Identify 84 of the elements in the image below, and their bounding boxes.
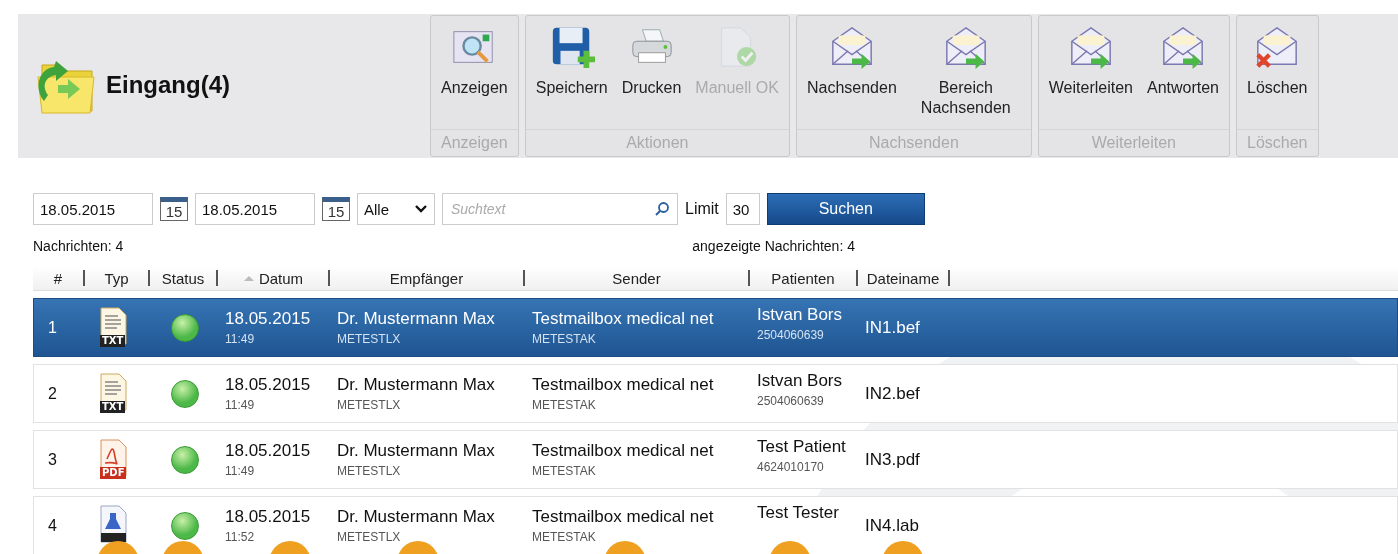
row-number: 3 bbox=[48, 450, 57, 469]
file-name: IN3.pdf bbox=[865, 449, 920, 470]
time-text: 11:49 bbox=[225, 464, 255, 478]
patient-id: 2504060639 bbox=[757, 394, 824, 408]
recipient-code: METESTLX bbox=[337, 464, 401, 478]
patient-name: Istvan Bors bbox=[757, 305, 843, 325]
column-header[interactable]: Status bbox=[150, 270, 218, 286]
column-header[interactable]: Dateiname bbox=[858, 270, 950, 286]
status-dot bbox=[171, 379, 199, 408]
recipient-code: METESTLX bbox=[337, 398, 401, 412]
ribbon-button[interactable]: Drucken bbox=[615, 16, 688, 129]
recipient-name: Dr. Mustermann Max bbox=[337, 309, 495, 329]
status-dot bbox=[171, 313, 199, 342]
sender-name: Testmailbox medical net bbox=[532, 309, 714, 329]
group-label: Löschen bbox=[1237, 129, 1318, 156]
message-row[interactable]: 2 TXT 18.05.2015 11:49 Dr. Mustermann Max METESTLX Testmailbox medical net METESTAK Istvan Bors 2504060639 IN2.bef bbox=[33, 364, 1398, 423]
date-text: 18.05.2015 bbox=[225, 309, 311, 329]
sender-name: Testmailbox medical net bbox=[532, 375, 714, 395]
message-count: Nachrichten: 4 bbox=[33, 238, 124, 256]
sort-ascending-icon bbox=[242, 274, 255, 282]
page-title: Eingang(4) bbox=[106, 71, 230, 99]
status-dot bbox=[171, 445, 199, 474]
group-label: Weiterleiten bbox=[1038, 129, 1229, 156]
column-header[interactable]: Sender bbox=[525, 270, 750, 286]
patient-id: 4624010170 bbox=[757, 460, 824, 474]
group-label: Aktionen bbox=[525, 129, 789, 156]
ribbon-button[interactable]: Löschen bbox=[1241, 16, 1314, 129]
sender-code: METESTAK bbox=[532, 464, 596, 478]
recipient-name: Dr. Mustermann Max bbox=[337, 375, 495, 395]
column-header[interactable]: Patienten bbox=[750, 270, 858, 286]
file-name: IN2.bef bbox=[865, 383, 920, 404]
ribbon-button[interactable]: Anzeigen bbox=[435, 16, 514, 129]
sender-code: METESTAK bbox=[532, 332, 596, 346]
group-label: Anzeigen bbox=[431, 129, 518, 156]
type-dropdown[interactable]: Alle bbox=[357, 193, 435, 225]
group-label: Nachsenden bbox=[796, 129, 1031, 156]
message-row[interactable]: 1 TXT 18.05.2015 11:49 Dr. Mustermann Max METESTLX Testmailbox medical net METESTAK Istvan Bors 2504060639 IN1.bef bbox=[33, 298, 1398, 357]
search-button[interactable]: Suchen bbox=[766, 193, 925, 225]
calendar-button[interactable]: 15 bbox=[160, 197, 188, 221]
column-header[interactable]: Datum bbox=[218, 270, 330, 286]
recipient-name: Dr. Mustermann Max bbox=[337, 441, 495, 461]
search-field[interactable]: Suchtext bbox=[442, 193, 678, 225]
column-header[interactable]: Empfänger bbox=[330, 270, 525, 286]
ribbon-button[interactable]: Nachsenden bbox=[800, 16, 903, 129]
date-field[interactable]: 18.05.2015 bbox=[33, 193, 153, 225]
date-text: 18.05.2015 bbox=[225, 441, 311, 461]
message-row[interactable]: 3 PDF 18.05.2015 11:49 Dr. Mustermann Max METESTLX Testmailbox medical net METESTAK Test Patient 4624010170 IN3.pdf bbox=[33, 430, 1398, 489]
date-text: 18.05.2015 bbox=[225, 375, 311, 395]
calendar-button[interactable]: 15 bbox=[322, 197, 350, 221]
sender-code: METESTAK bbox=[532, 530, 596, 544]
date-text: 18.05.2015 bbox=[225, 507, 311, 527]
message-row[interactable]: 4 18.05.2015 11:52 Dr. Mustermann Max METESTLX Testmailbox medical net METESTAK Test Tester IN4.lab bbox=[33, 496, 1398, 554]
limit-label: Limit bbox=[685, 200, 719, 218]
row-number: 2 bbox=[48, 384, 57, 403]
ribbon-button[interactable]: Antworten bbox=[1140, 16, 1225, 129]
file-name: IN4.lab bbox=[865, 515, 919, 536]
row-number: 4 bbox=[48, 516, 57, 535]
column-header[interactable]: Typ bbox=[85, 270, 150, 286]
envelope-arrow-icon bbox=[1160, 24, 1206, 70]
recipient-name: Dr. Mustermann Max bbox=[337, 507, 495, 527]
patient-name: Test Tester bbox=[757, 503, 839, 523]
recipient-code: METESTLX bbox=[337, 332, 401, 346]
ribbon-button[interactable]: Weiterleiten bbox=[1042, 16, 1139, 129]
chevron-down-icon bbox=[414, 204, 428, 214]
row-number: 1 bbox=[48, 318, 57, 337]
shown-message-count: angezeigte Nachrichten: 4 bbox=[692, 238, 855, 256]
time-text: 11:49 bbox=[225, 332, 255, 346]
date-field[interactable]: 18.05.2015 bbox=[195, 193, 315, 225]
sender-name: Testmailbox medical net bbox=[532, 507, 714, 527]
status-dot bbox=[171, 511, 199, 540]
file-name: IN1.bef bbox=[865, 317, 920, 338]
patient-id: 2504060639 bbox=[757, 328, 824, 342]
limit-field[interactable]: 30 bbox=[725, 193, 760, 225]
sender-code: METESTAK bbox=[532, 398, 596, 412]
patient-name: Test Patient bbox=[757, 437, 846, 457]
sender-name: Testmailbox medical net bbox=[532, 441, 714, 461]
time-text: 11:49 bbox=[225, 398, 255, 412]
column-header[interactable]: # bbox=[33, 270, 85, 286]
patient-name: Istvan Bors bbox=[757, 371, 843, 391]
time-text: 11:52 bbox=[225, 530, 255, 544]
recipient-code: METESTLX bbox=[337, 530, 401, 544]
ribbon-button[interactable]: Speichern bbox=[529, 16, 614, 129]
search-icon bbox=[654, 201, 670, 217]
ribbon-button[interactable]: Bereich Nachsenden bbox=[904, 16, 1027, 129]
